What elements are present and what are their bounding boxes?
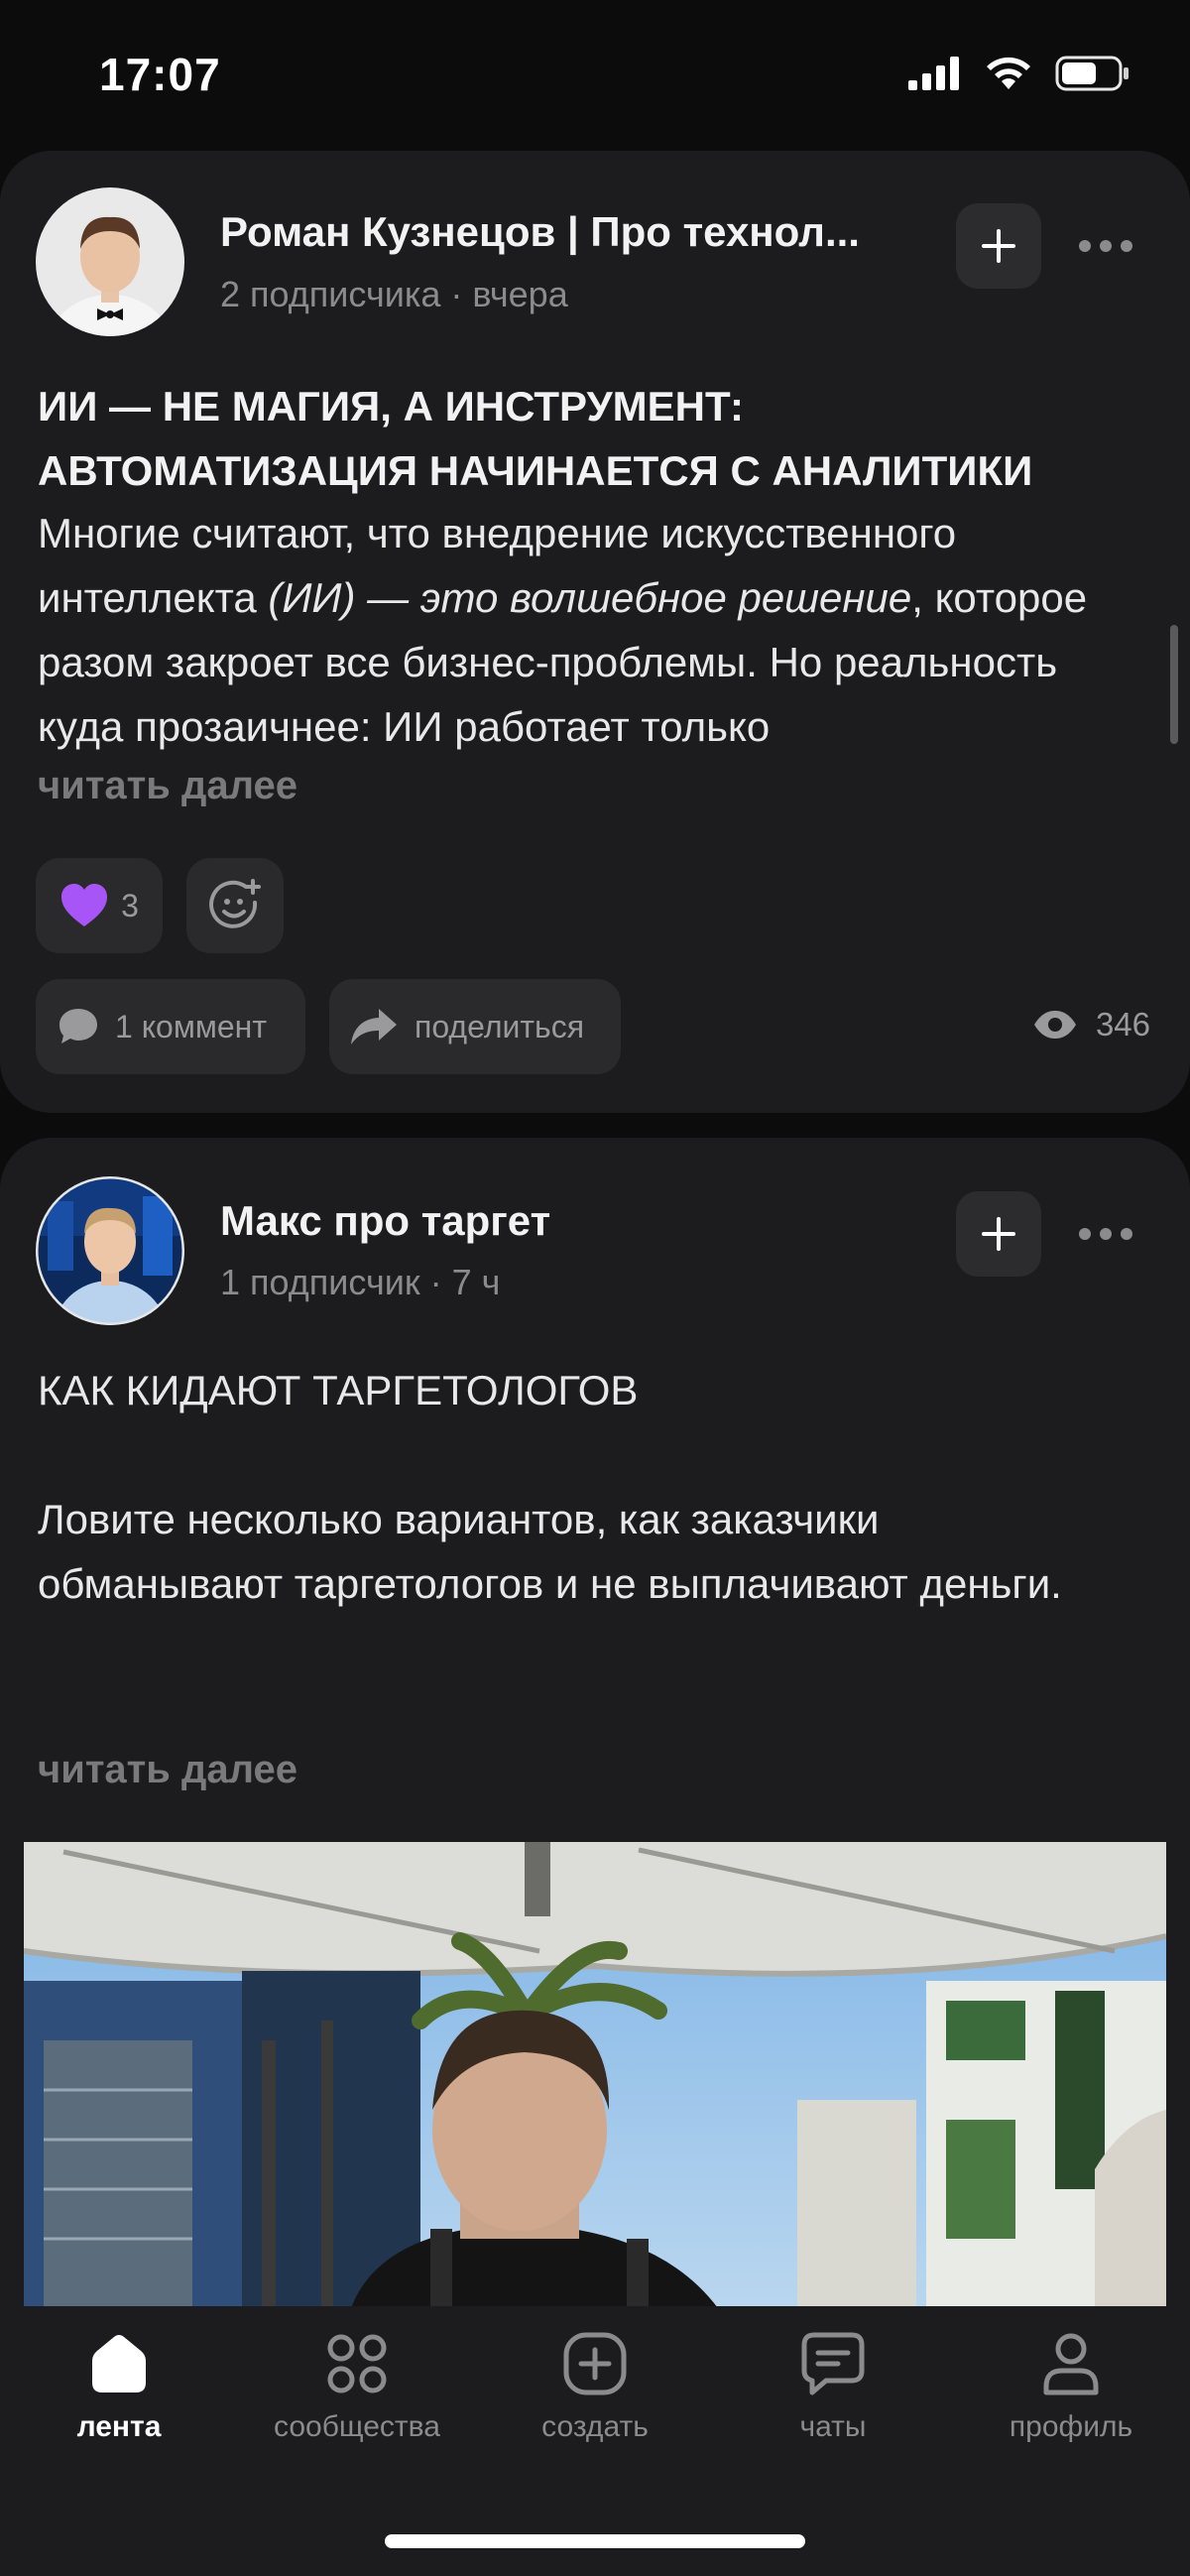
battery-icon: [1055, 56, 1129, 91]
post-image[interactable]: [24, 1842, 1166, 2308]
share-button[interactable]: поделиться: [329, 979, 621, 1074]
home-icon: [92, 2335, 146, 2392]
post-time: 7 ч: [451, 1262, 501, 1302]
tab-profile[interactable]: профиль: [952, 2331, 1190, 2444]
grid-icon: [327, 2334, 387, 2393]
subscriber-count: 1 подписчик: [220, 1262, 420, 1302]
post-text: Ловите несколько вариантов, как заказчик…: [38, 1496, 1062, 1607]
share-label: поделиться: [415, 1008, 585, 1044]
chat-icon: [801, 2332, 865, 2395]
reaction-button[interactable]: 3: [36, 858, 163, 953]
tab-label: чаты: [799, 2410, 867, 2443]
subscriber-count: 2 подписчика: [220, 274, 441, 314]
subscribe-button[interactable]: [956, 203, 1041, 289]
author-avatar[interactable]: [36, 187, 184, 336]
tab-label: профиль: [1009, 2410, 1133, 2443]
share-arrow-icon: [351, 1009, 397, 1044]
read-more-link[interactable]: читать далее: [38, 764, 298, 808]
post-card: Роман Кузнецов | Про технол... 2 подписч…: [0, 151, 1190, 1113]
cellular-signal-icon: [908, 57, 959, 90]
author-name[interactable]: Роман Кузнецов | Про технол...: [220, 208, 860, 256]
meta-separator: ·: [450, 274, 463, 314]
plus-icon: [982, 1217, 1015, 1251]
post-title: ИИ — НЕ МАГИЯ, А ИНСТРУМЕНТ: АВТОМАТИЗАЦ…: [38, 374, 1158, 503]
wifi-icon: [987, 57, 1030, 89]
subscribe-button[interactable]: [956, 1191, 1041, 1277]
views-count: 346: [1095, 1006, 1150, 1043]
tab-chats[interactable]: чаты: [714, 2331, 952, 2444]
post-text-italic: (ИИ) — это волшебное решение: [268, 574, 912, 621]
author-name[interactable]: Макс про таргет: [220, 1197, 550, 1245]
comment-icon: [60, 1009, 97, 1043]
post-title-line: АВТОМАТИЗАЦИЯ НАЧИНАЕТСЯ С АНАЛИТИКИ: [38, 447, 1033, 494]
more-options-button[interactable]: [1071, 216, 1140, 276]
more-dots-icon: [1079, 1228, 1132, 1240]
status-bar: 17:07: [0, 0, 1190, 149]
plus-icon: [982, 229, 1015, 263]
tab-communities[interactable]: сообщества: [238, 2331, 476, 2444]
comments-button[interactable]: 1 коммент: [36, 979, 305, 1074]
tab-label: сообщества: [274, 2410, 440, 2443]
author-avatar[interactable]: [36, 1176, 184, 1325]
post-title-line: ИИ — НЕ МАГИЯ, А ИНСТРУМЕНТ:: [38, 383, 745, 429]
post-time: вчера: [472, 274, 568, 314]
author-meta: 1 подписчик · 7 ч: [220, 1262, 500, 1303]
post-heading: КАК КИДАЮТ ТАРГЕТОЛОГОВ: [38, 1367, 639, 1413]
more-options-button[interactable]: [1071, 1204, 1140, 1264]
status-time: 17:07: [99, 49, 221, 100]
reaction-count: 3: [121, 887, 139, 923]
views-counter: 346: [1032, 1006, 1150, 1043]
read-more-link[interactable]: читать далее: [38, 1748, 298, 1792]
purple-heart-icon: [61, 884, 108, 926]
tab-label: лента: [76, 2410, 162, 2443]
person-icon: [1043, 2333, 1099, 2395]
tab-feed[interactable]: лента: [0, 2331, 238, 2444]
tab-label: создать: [541, 2410, 649, 2443]
comments-label: 1 коммент: [115, 1008, 267, 1044]
post-text: Многие считают, что внедрение искусствен…: [38, 501, 1148, 759]
meta-separator: ·: [429, 1262, 442, 1302]
eye-icon: [1033, 1011, 1076, 1039]
scroll-indicator[interactable]: [1170, 625, 1178, 744]
home-indicator[interactable]: [385, 2534, 805, 2548]
plus-square-icon: [563, 2332, 627, 2395]
add-reaction-icon: [209, 879, 261, 928]
author-meta: 2 подписчика · вчера: [220, 274, 568, 315]
tab-create[interactable]: создать: [476, 2331, 714, 2444]
add-reaction-button[interactable]: [186, 858, 284, 953]
status-icons: [908, 56, 1130, 91]
more-dots-icon: [1079, 240, 1132, 252]
